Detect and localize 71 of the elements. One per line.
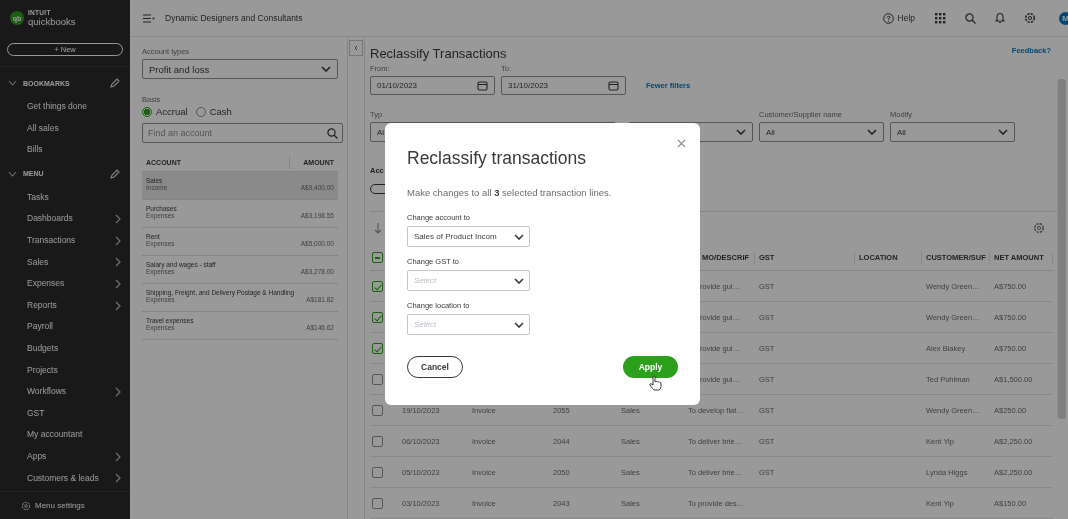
apply-button[interactable]: Apply <box>623 356 678 378</box>
close-icon <box>677 139 686 148</box>
chevron-down-icon <box>321 66 331 72</box>
menu-settings-link[interactable]: Menu settings <box>35 501 85 510</box>
account-types-dropdown[interactable]: Profit and loss <box>142 59 338 79</box>
date-field[interactable]: 31/10/2023 <box>501 76 626 95</box>
sidebar-item[interactable]: Sales <box>0 251 115 274</box>
pencil-icon <box>110 168 120 179</box>
sort-icon <box>374 222 382 234</box>
calendar-icon <box>477 80 488 91</box>
filter-dropdown[interactable]: All <box>890 122 1015 142</box>
cancel-button[interactable]: Cancel <box>407 356 463 378</box>
sidebar-item[interactable]: My accountant <box>0 424 121 446</box>
avatar[interactable]: M <box>1059 11 1068 25</box>
bell-icon <box>995 12 1005 24</box>
sidebar-item[interactable]: Customers & leads <box>0 467 115 490</box>
sidebar-item[interactable]: Projects <box>0 359 121 382</box>
sidebar-item[interactable]: Dashboards <box>0 208 115 230</box>
chevron-down-icon <box>998 129 1008 135</box>
sidebar-item[interactable]: Apps <box>0 445 115 468</box>
chevron-down-icon <box>867 129 877 135</box>
sidebar-item[interactable]: Tasks <box>0 186 121 209</box>
checkbox[interactable] <box>372 404 383 416</box>
sidebar-item[interactable]: Workflows <box>0 381 115 403</box>
chevron-down-icon <box>514 277 524 284</box>
collapse-panel-icon <box>349 40 363 56</box>
help-button[interactable]: Help <box>882 12 915 24</box>
scrollbar[interactable] <box>1057 79 1066 419</box>
sidebar-item[interactable]: All sales <box>0 117 121 140</box>
sidebar-item[interactable]: Payroll <box>0 316 121 338</box>
menu-icon <box>143 13 155 23</box>
radio-button[interactable] <box>142 106 152 117</box>
chevron-down-icon <box>8 80 17 86</box>
checkbox[interactable] <box>372 342 383 354</box>
checkbox[interactable] <box>372 373 383 385</box>
sidebar-item[interactable]: Transactions <box>0 229 115 252</box>
sidebar-item[interactable]: Get things done <box>0 96 121 118</box>
hand-cursor-icon <box>649 375 662 391</box>
filter-dropdown[interactable]: All <box>759 122 884 142</box>
sidebar-item[interactable]: Bills <box>0 139 121 161</box>
settings-icon <box>21 500 31 511</box>
company-name: Dynamic Designers and Consultants <box>165 13 303 23</box>
logo-product: quickbooks <box>28 16 76 26</box>
checkbox[interactable] <box>372 435 383 447</box>
settings-icon <box>1024 12 1036 24</box>
apps-grid-icon <box>935 12 946 24</box>
checkbox[interactable] <box>372 252 383 263</box>
radio-option[interactable]: Cash <box>195 106 232 117</box>
sidebar-item[interactable]: GST <box>0 402 121 425</box>
chevron-down-icon <box>514 233 524 240</box>
sidebar-item[interactable]: Expenses <box>0 273 115 295</box>
checkbox[interactable] <box>372 311 383 323</box>
checkbox[interactable] <box>372 466 383 478</box>
sidebar-item[interactable]: Reports <box>0 294 115 317</box>
date-field[interactable]: 01/10/2023 <box>370 76 495 95</box>
help-icon <box>882 12 894 24</box>
calendar-icon <box>608 80 619 91</box>
pencil-icon <box>110 78 120 88</box>
chevron-down-icon <box>8 170 17 177</box>
sidebar-item[interactable]: Budgets <box>0 337 121 360</box>
chevron-down-icon <box>736 129 746 135</box>
dialog-title: Reclassify transactions <box>407 148 586 169</box>
search-icon <box>965 12 976 24</box>
settings-icon <box>1033 222 1045 234</box>
radio-option[interactable]: Accrual <box>142 106 188 117</box>
select-field[interactable]: Sales of Product Incom <box>407 226 530 247</box>
page-title: Reclassify Transactions <box>370 46 507 61</box>
checkbox[interactable] <box>372 280 383 292</box>
chevron-down-icon <box>514 321 524 328</box>
dialog-message: Make changes to all 3 selected transaction lines. <box>407 187 612 198</box>
checkbox[interactable] <box>372 497 383 509</box>
